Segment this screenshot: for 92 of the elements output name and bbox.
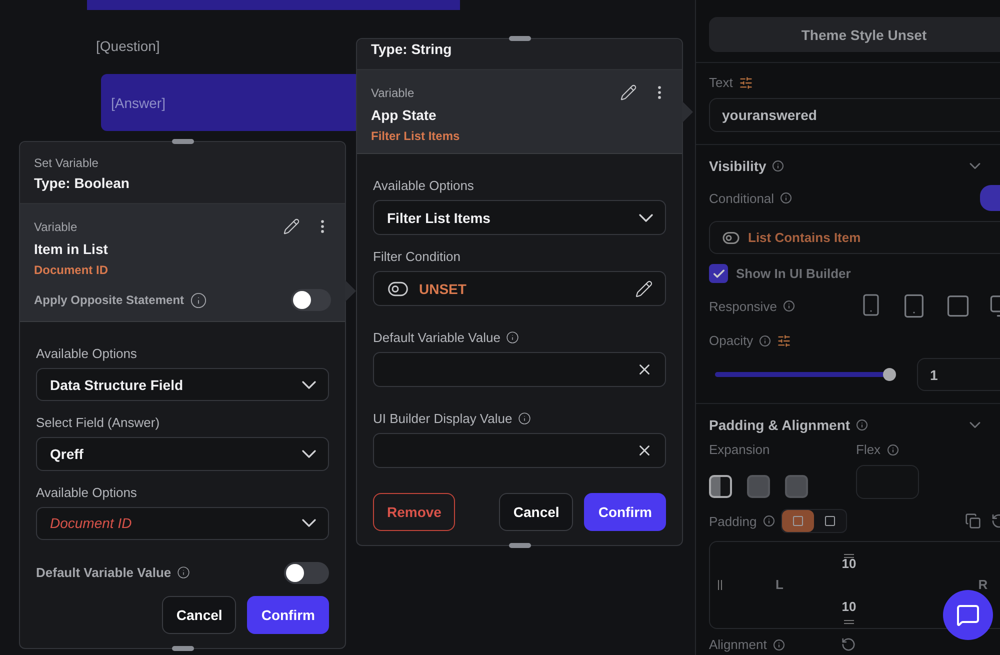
select-field[interactable]: Data Structure Field (36, 368, 329, 402)
info-icon (506, 331, 520, 344)
expansion-option-icon[interactable] (709, 475, 732, 498)
drag-handle[interactable] (172, 139, 194, 144)
square-icon (824, 515, 836, 527)
opacity-field[interactable]: 1 (916, 358, 1000, 391)
confirm-button[interactable]: Confirm (247, 596, 329, 634)
info-icon (772, 160, 784, 172)
sliders-icon[interactable] (777, 334, 792, 348)
field-label: Select Field (Answer) (36, 415, 161, 430)
edit-icon[interactable] (635, 280, 653, 298)
chevron-icon (639, 214, 653, 222)
padding-mode-toggle[interactable] (782, 510, 814, 532)
condition-field[interactable]: UNSET (373, 271, 666, 306)
opposite-label: Apply Opposite Statement (34, 293, 184, 307)
variable-label: Variable (34, 220, 78, 234)
copy-icon[interactable] (965, 513, 981, 529)
variable-name: Item in List (34, 241, 109, 257)
field-label: Available Options (373, 178, 475, 193)
chat-icon (956, 603, 980, 627)
confirm-button[interactable]: Confirm (584, 493, 666, 531)
info-icon (759, 334, 772, 346)
field-label: Default Variable Value (373, 330, 500, 345)
select-field[interactable]: Qreff (36, 437, 329, 471)
variable-source: Document ID (34, 263, 110, 277)
padding-top-value[interactable]: 10 (842, 556, 856, 571)
checkbox[interactable] (709, 264, 728, 283)
info-icon (772, 638, 785, 650)
flex-field[interactable] (856, 465, 919, 499)
sliders-icon[interactable] (738, 76, 753, 90)
expansion-label: Expansion (709, 442, 771, 457)
field-label: UI Builder Display Value (373, 411, 512, 426)
padding-label: Padding (709, 514, 757, 528)
tablet-landscape-icon[interactable] (945, 293, 971, 319)
section-title: Visibility (709, 158, 766, 174)
field-label: Available Options (36, 346, 138, 361)
info-icon (782, 300, 795, 312)
toggle-switch[interactable] (291, 289, 331, 311)
opacity-label: Opacity (709, 333, 754, 348)
info-icon (856, 419, 868, 431)
drag-handle[interactable] (509, 543, 531, 548)
field-label: Available Options (36, 484, 138, 500)
chevron-icon (302, 450, 316, 458)
alignment-label: Alignment (709, 637, 767, 652)
info-icon (780, 192, 792, 204)
text-field[interactable]: youranswered (709, 98, 1000, 132)
toggle-switch[interactable] (284, 562, 329, 584)
variable-label: Variable (371, 86, 414, 100)
info-icon (518, 412, 532, 425)
slider-thumb[interactable] (882, 368, 896, 381)
top-handle-icon[interactable] (844, 554, 854, 558)
cancel-button[interactable]: Cancel (499, 493, 574, 531)
cancel-button[interactable]: Cancel (162, 596, 236, 634)
padding-right-value[interactable]: R (978, 577, 988, 592)
variable-name: App State (371, 107, 438, 123)
remove-button[interactable]: Remove (373, 493, 456, 531)
info-icon (177, 566, 190, 580)
drag-handle[interactable] (172, 646, 194, 651)
text-label: Text (709, 75, 733, 90)
bottom-handle-icon[interactable] (844, 620, 854, 624)
padding-left-value[interactable]: L (776, 577, 784, 592)
condition-field[interactable]: List Contains Item (709, 221, 1000, 254)
edit-icon[interactable] (283, 218, 300, 235)
edit-icon[interactable] (620, 84, 637, 101)
info-icon (190, 292, 208, 308)
flex-label: Flex (856, 442, 881, 457)
dialog-label: Set Variable (34, 156, 100, 170)
info-icon (762, 515, 775, 527)
section-title: Padding & Alignment (709, 417, 850, 433)
theme-style-button[interactable]: Theme Style Unset (709, 17, 1000, 52)
input-field[interactable] (373, 352, 666, 387)
select-field[interactable]: Filter List Items (373, 200, 666, 235)
field-label: Filter Condition (373, 249, 462, 264)
responsive-label: Responsive (709, 298, 777, 314)
padding-bottom-value[interactable]: 10 (842, 599, 856, 614)
chevron-icon (302, 519, 316, 528)
info-icon (886, 444, 899, 456)
square-icon (792, 515, 804, 527)
left-handle-icon[interactable] (718, 580, 722, 590)
drag-handle[interactable] (509, 36, 531, 41)
conditional-label: Conditional (709, 190, 774, 206)
check-icon (712, 266, 726, 280)
checkbox-label: Show In UI Builder (736, 266, 851, 281)
input-field[interactable] (373, 433, 666, 468)
select-field[interactable]: Document ID (36, 506, 329, 540)
dialog-title: Type: String (371, 41, 453, 57)
field-label: Default Variable Value (36, 565, 172, 580)
reset-icon[interactable] (840, 637, 856, 652)
variable-source: Filter List Items (371, 129, 461, 143)
chevron-icon (302, 380, 316, 389)
dialog-title: Type: Boolean (34, 175, 130, 191)
question-text: [Question] (96, 38, 160, 54)
